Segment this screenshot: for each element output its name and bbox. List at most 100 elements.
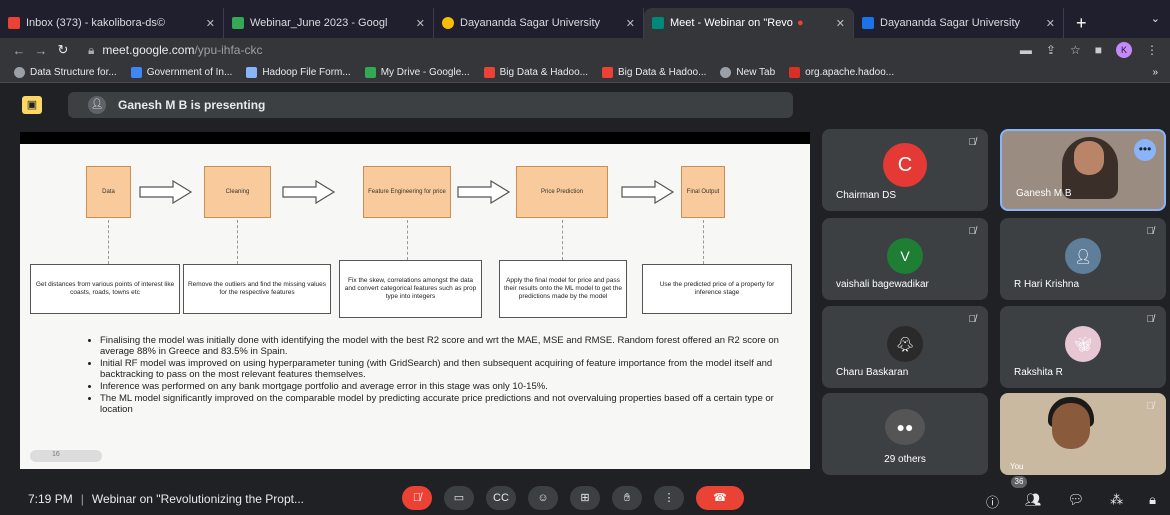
gmail-icon [8,17,20,29]
presenting-banner[interactable]: 👤︎ Ganesh M B is presenting [68,92,793,118]
mic-off-icon: 🎙̸ [1146,226,1155,237]
step-description: Fix the skew, correlations amongst the d… [339,260,482,318]
participant-tile[interactable]: 🐥︎ 🎙̸ Charu Baskaran [822,306,988,388]
slide: Data Cleaning Feature Engineering for pr… [20,144,810,469]
camera-icon[interactable]: ▬ [1020,43,1032,57]
participant-tile[interactable]: 🦋︎ 🎙̸ Rakshita R [1000,306,1166,388]
participant-name: vaishali bagewadikar [836,279,929,290]
chat-icon[interactable]: 💬︎ [1068,492,1085,511]
step-description: Get distances from various points of int… [30,264,180,314]
more-bookmarks-icon[interactable]: » [1152,67,1170,78]
participant-face [1074,141,1104,175]
participant-tile[interactable]: 👤︎ 🎙̸ R Hari Krishna [1000,218,1166,300]
camera-toggle-icon[interactable]: ▭ [444,486,474,510]
star-icon[interactable]: ☆ [1070,43,1081,57]
bookmark-item[interactable]: Big Data & Hadoo... [483,66,589,78]
mic-off-icon: 🎙̸ [1146,401,1155,412]
connector-line [703,220,704,264]
meeting-title: Webinar on "Revolutionizing the Propt... [91,492,304,506]
connector-line [562,220,563,260]
activities-icon[interactable]: ⁂ [1110,492,1123,511]
reload-icon[interactable]: ↻ [52,42,74,58]
university-icon [862,17,874,29]
bookmark-item[interactable]: org.apache.hadoo... [789,66,895,78]
url-host: meet.google.com [102,43,195,57]
recording-icon: ● [796,17,804,29]
raise-hand-icon[interactable]: ✋︎ [612,486,642,510]
mic-off-icon: 🎙̸ [968,226,977,237]
participant-name: Rakshita R [1014,367,1063,378]
address-bar[interactable]: 🔒︎ meet.google.com/ypu-ihfa-ckc [88,43,262,58]
participant-tile-self[interactable]: 🎙̸ You [1000,393,1166,475]
tab-label: Meet - Webinar on "Revo [670,17,793,29]
participant-tile[interactable]: C 🎙̸ Chairman DS [822,129,988,211]
participant-name: R Hari Krishna [1014,279,1080,290]
profile-avatar[interactable]: K [1116,42,1132,58]
meeting-time: 7:19 PM [28,492,73,506]
bookmark-label: Government of In... [146,66,233,78]
present-icon[interactable]: ⊞ [570,486,600,510]
mic-toggle-icon[interactable]: 🎙̸ [402,486,432,510]
new-tab-icon[interactable]: + [1070,8,1093,38]
presentation-stage: Data Cleaning Feature Engineering for pr… [20,132,810,469]
bookmark-label: Hadoop File Form... [262,66,351,78]
close-icon[interactable]: ✕ [200,17,215,30]
globe-icon [14,66,25,78]
close-icon[interactable]: ✕ [410,17,425,30]
tab-dsu-2[interactable]: Dayananda Sagar University ✕ [854,8,1064,38]
others-avatars: ●● [885,409,925,445]
present-screen-icon[interactable]: ▣ [22,96,42,114]
participant-tile[interactable]: V 🎙̸ vaishali bagewadikar [822,218,988,300]
more-options-icon[interactable]: ••• [1134,139,1156,161]
bookmark-item[interactable]: New Tab [720,66,775,78]
bookmark-item[interactable]: Hadoop File Form... [246,66,351,78]
drive-icon [364,66,376,78]
share-icon[interactable]: ⇪ [1046,43,1056,57]
mic-off-icon: 🎙̸ [1146,314,1155,325]
participant-tile-active-speaker[interactable]: ••• Ganesh M B [1000,129,1166,211]
tab-label: Dayananda Sagar University [460,17,601,29]
bookmark-item[interactable]: Data Structure for... [14,66,117,78]
tab-search-icon[interactable]: ⌄ [1151,12,1160,25]
slide-pager[interactable]: 16 [30,450,102,462]
tab-webinar-sheet[interactable]: Webinar_June 2023 - Googl ✕ [224,8,434,38]
tab-inbox[interactable]: Inbox (373) - kakolibora-ds© ✕ [0,8,224,38]
host-controls-icon[interactable]: 🔒︎ [1149,492,1156,511]
bookmark-item[interactable]: Big Data & Hadoo... [602,66,706,78]
bookmark-label: org.apache.hadoo... [805,66,895,78]
step-box-data: Data [86,166,131,218]
bookmark-item[interactable]: My Drive - Google... [364,66,470,78]
sidepanel-icon[interactable]: ■ [1095,43,1102,57]
flow-arrow-icon [139,180,193,204]
more-options-icon[interactable]: ⋮ [654,486,684,510]
participant-name: 29 others [884,454,926,465]
mic-off-icon: 🎙̸ [968,137,977,148]
avatar: 👤︎ [1065,238,1101,274]
end-call-icon[interactable]: ☎ [696,486,744,510]
participant-face [1052,403,1090,449]
people-icon[interactable]: 👥︎ [1025,492,1042,511]
tab-meet[interactable]: Meet - Webinar on "Revo ● ✕ [644,8,854,38]
menu-icon[interactable]: ⋮ [1146,43,1158,57]
participant-tile-others[interactable]: ●● 29 others [822,393,988,475]
flow-arrow-icon [621,180,675,204]
browser-tab-strip: Inbox (373) - kakolibora-ds© ✕ Webinar_Ju… [0,0,1170,38]
globe-icon [720,66,732,78]
emoji-icon[interactable]: ☺ [528,486,558,510]
back-icon[interactable]: ← [8,43,30,58]
close-icon[interactable]: ✕ [620,17,635,30]
captions-icon[interactable]: CC [486,486,516,510]
participant-name: Ganesh M B [1016,188,1072,199]
forward-icon[interactable]: → [30,43,52,58]
close-icon[interactable]: ✕ [1040,17,1055,30]
bullet-item: Inference was performed on any bank mort… [100,381,790,393]
bookmark-item[interactable]: Government of In... [130,66,233,78]
bullet-item: The ML model significantly improved on t… [100,393,790,416]
meeting-info: 7:19 PM | Webinar on "Revolutionizing the … [28,492,304,506]
info-icon[interactable]: ⓘ [986,492,999,511]
bookmark-label: Big Data & Hadoo... [499,66,589,78]
presenter-avatar: 👤︎ [88,96,106,114]
tab-dsu-1[interactable]: Dayananda Sagar University ✕ [434,8,644,38]
university-icon [442,17,454,29]
close-icon[interactable]: ✕ [830,17,845,30]
